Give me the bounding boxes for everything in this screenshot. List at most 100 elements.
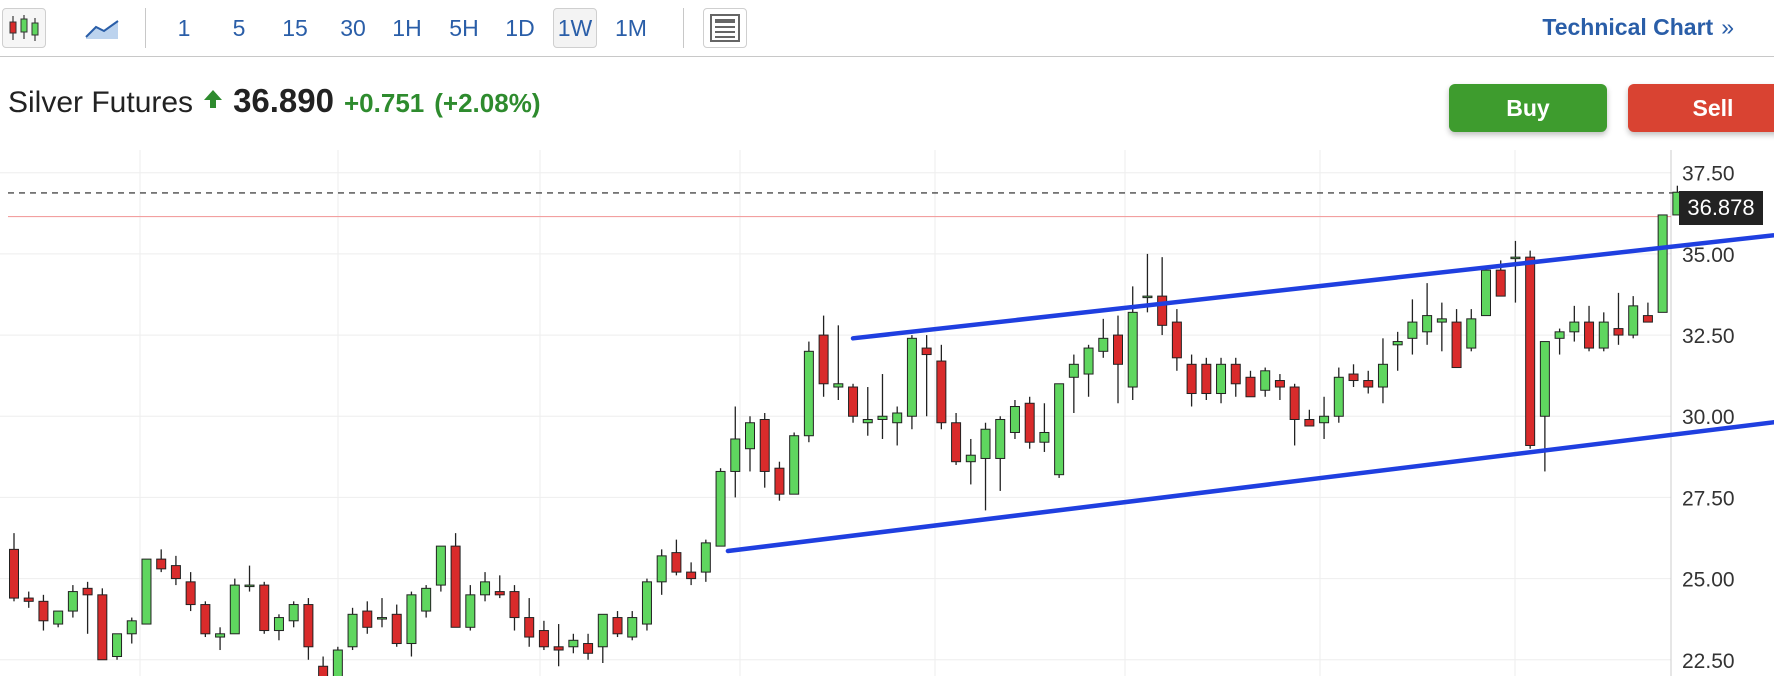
price-chart[interactable]: 22.50 25.00 27.50 30.00 32.50 35.00 37.50	[0, 150, 1774, 676]
sell-button[interactable]: Sell	[1628, 84, 1774, 132]
candle-bullish	[965, 454, 976, 463]
candle-bearish	[156, 558, 167, 570]
candle-bearish	[1186, 363, 1197, 395]
candle-bullish	[1436, 318, 1447, 323]
candle-bearish	[23, 597, 34, 602]
candle-bullish	[1260, 370, 1271, 391]
candle-bullish	[1481, 269, 1491, 317]
candle-bullish	[1068, 363, 1079, 378]
candle-bearish	[538, 630, 549, 648]
candle-bearish	[1525, 256, 1536, 446]
candle-bearish	[1024, 402, 1035, 443]
double-chevron-right-icon: »	[1721, 14, 1734, 40]
candle-bullish	[1628, 305, 1639, 336]
candle-bearish	[671, 552, 682, 573]
price-change-percent: (+2.08%)	[434, 88, 541, 118]
candle-bearish	[774, 467, 785, 495]
candlestick-icon[interactable]	[2, 8, 46, 48]
chart-toolbar: 1 5 15 30 1H 5H 1D 1W 1M Technical Chart »	[0, 0, 1774, 57]
candle-bearish	[1451, 321, 1462, 369]
candle-bullish	[862, 418, 873, 424]
quote-header: Silver Futures 36.890 +0.751 (+2.08%)	[8, 82, 540, 120]
candle-bearish	[509, 591, 520, 619]
candle-bullish	[1216, 363, 1227, 395]
candle-bullish	[1539, 341, 1550, 417]
candle-bullish	[700, 542, 711, 573]
y-axis-tick-label: 32.50	[1682, 325, 1735, 348]
buy-button[interactable]: Buy	[1449, 84, 1607, 132]
candle-bearish	[1245, 376, 1256, 398]
y-axis-tick-label: 22.50	[1682, 650, 1735, 673]
candle-bullish	[1333, 376, 1344, 417]
candle-bullish	[906, 337, 917, 417]
candle-bullish	[1054, 383, 1065, 476]
interval-button-1d[interactable]: 1D	[500, 8, 540, 48]
candle-bullish	[1009, 406, 1020, 433]
candle-bearish	[1201, 363, 1212, 395]
candle-bullish	[273, 617, 284, 632]
interval-button-5h[interactable]: 5H	[442, 8, 486, 48]
layout-icon[interactable]	[703, 8, 747, 48]
candle-bearish	[524, 617, 535, 638]
candle-bullish	[480, 581, 491, 596]
technical-chart-label: Technical Chart	[1542, 14, 1714, 40]
interval-button-15[interactable]: 15	[275, 8, 315, 48]
interval-button-1[interactable]: 1	[167, 8, 201, 48]
candle-bullish	[568, 639, 579, 648]
candle-bullish	[597, 613, 608, 648]
candle-bullish	[1569, 321, 1580, 333]
candle-bullish	[465, 594, 476, 628]
candle-bullish	[892, 412, 903, 424]
candle-bullish	[421, 587, 432, 612]
candle-bullish	[332, 649, 343, 676]
candle-bearish	[1348, 373, 1359, 382]
candle-bullish	[1039, 431, 1050, 443]
candle-bullish	[377, 617, 387, 620]
candle-bullish	[1657, 214, 1668, 313]
y-axis-tick-label: 37.50	[1682, 163, 1735, 186]
candle-bullish	[995, 418, 1006, 459]
candle-bearish	[1304, 418, 1315, 427]
candle-bullish	[980, 428, 991, 459]
candle-bearish	[303, 604, 314, 648]
candle-bearish	[391, 613, 402, 645]
interval-button-1w[interactable]: 1W	[553, 8, 597, 48]
candle-bearish	[450, 545, 461, 628]
candle-bullish	[833, 383, 844, 388]
candle-bullish	[789, 435, 800, 495]
candle-bullish	[1554, 331, 1565, 339]
candle-bullish	[715, 470, 726, 547]
area-chart-icon[interactable]	[82, 8, 122, 48]
candle-bullish	[1127, 311, 1138, 388]
candle-bullish	[877, 415, 888, 420]
candle-bearish	[318, 665, 329, 676]
candle-bearish	[583, 643, 594, 654]
candle-bearish	[612, 617, 623, 635]
candle-bearish	[1274, 380, 1285, 388]
candle-bearish	[1613, 328, 1624, 336]
candle-bearish	[362, 610, 373, 628]
candle-bearish	[170, 565, 181, 580]
candle-bearish	[1642, 315, 1653, 323]
candle-bullish	[1510, 256, 1521, 260]
technical-chart-link[interactable]: Technical Chart »	[1542, 14, 1734, 41]
candle-bearish	[1363, 380, 1374, 388]
candle-bullish	[1377, 363, 1388, 388]
candle-bullish	[627, 617, 638, 638]
candle-bullish	[1083, 347, 1094, 375]
candle-bullish	[347, 613, 358, 648]
candle-bearish	[97, 594, 108, 661]
candle-bullish	[229, 584, 240, 635]
interval-button-5[interactable]: 5	[222, 8, 256, 48]
candle-bullish	[406, 594, 417, 645]
toolbar-separator	[683, 8, 684, 48]
candle-bullish	[215, 633, 226, 638]
interval-button-30[interactable]: 30	[332, 8, 374, 48]
candle-bullish	[745, 422, 755, 450]
price-change: +0.751	[344, 88, 425, 118]
interval-button-1m[interactable]: 1M	[608, 8, 654, 48]
interval-button-1h[interactable]: 1H	[387, 8, 427, 48]
candle-bearish	[936, 360, 947, 424]
candle-bearish	[200, 604, 211, 635]
candle-bullish	[1098, 337, 1109, 352]
